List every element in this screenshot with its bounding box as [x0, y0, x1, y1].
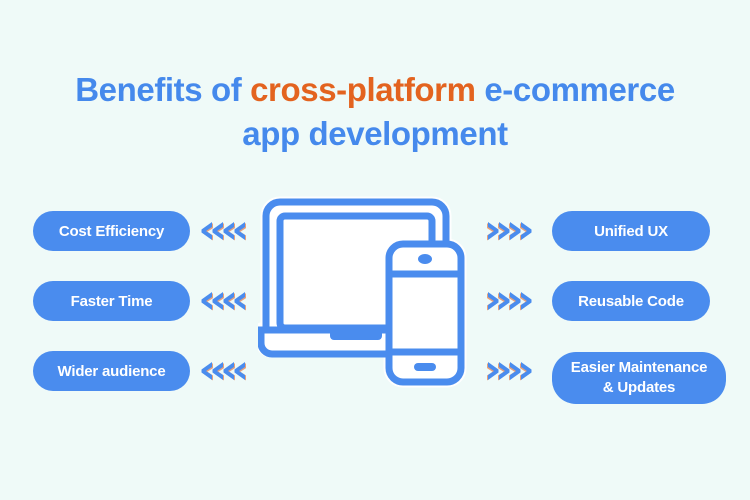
chevron-right-icon [520, 289, 534, 313]
benefit-pill-easier-maintenance[interactable]: Easier Maintenance & Updates [552, 352, 726, 404]
arrow-group-right-2 [487, 289, 534, 313]
infographic-canvas: Benefits of cross-platform e-commerce ap… [0, 0, 750, 500]
title-line1-part1: Benefits of [75, 71, 251, 108]
arrow-group-left-2 [199, 289, 246, 313]
arrow-group-left-1 [199, 219, 246, 243]
chevron-left-icon [232, 359, 246, 383]
arrow-group-right-3 [487, 359, 534, 383]
benefit-label: Reusable Code [578, 292, 684, 310]
title-line2: app development [242, 115, 508, 152]
arrow-group-left-3 [199, 359, 246, 383]
title-accent-word: cross-platform [250, 71, 476, 108]
chevron-left-icon [232, 289, 246, 313]
arrow-group-right-1 [487, 219, 534, 243]
benefit-pill-faster-time[interactable]: Faster Time [33, 281, 190, 321]
chevron-right-icon [520, 359, 534, 383]
benefit-label-line1: Easier Maintenance [570, 359, 708, 376]
chevron-right-icon [520, 219, 534, 243]
title-line1-part2: e-commerce [475, 71, 675, 108]
benefit-label: Cost Efficiency [58, 222, 165, 240]
benefit-pill-unified-ux[interactable]: Unified UX [552, 211, 710, 251]
benefit-pill-wider-audience[interactable]: Wider audience [33, 351, 190, 391]
laptop-and-smartphone-illustration [258, 196, 484, 396]
benefit-pill-reusable-code[interactable]: Reusable Code [552, 281, 710, 321]
benefit-label: Wider audience [57, 362, 166, 380]
benefit-pill-cost-efficiency[interactable]: Cost Efficiency [33, 211, 190, 251]
benefit-label: Faster Time [70, 292, 153, 310]
smartphone-icon [385, 240, 465, 386]
benefit-label-line2: & Updates [602, 379, 676, 396]
chevron-left-icon [232, 219, 246, 243]
benefit-label: Unified UX [594, 222, 668, 240]
page-title: Benefits of cross-platform e-commerce ap… [0, 68, 750, 156]
